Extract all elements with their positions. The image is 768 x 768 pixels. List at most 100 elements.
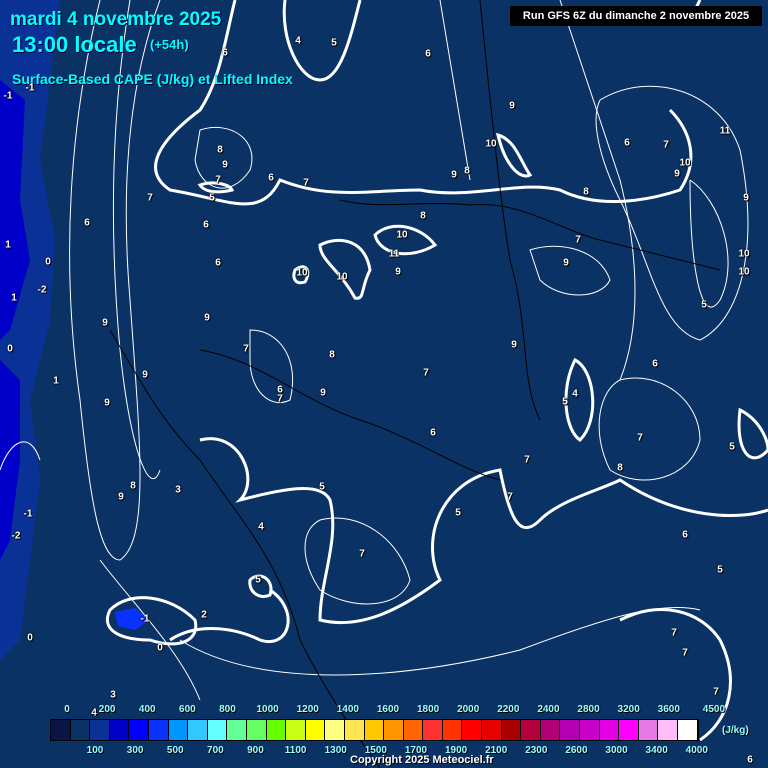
color-swatch	[501, 720, 522, 740]
contour-label: -1	[23, 508, 33, 520]
color-swatch	[51, 720, 71, 740]
contour-label: 5	[455, 507, 461, 519]
contour-label: 7	[147, 192, 153, 204]
scale-label-top: 1200	[296, 704, 319, 715]
scale-label-top: 1400	[336, 704, 359, 715]
contour-label: 0	[27, 632, 33, 644]
scale-label-top: 2800	[577, 704, 600, 715]
contour-label: 7	[359, 548, 365, 560]
cape-map	[0, 0, 768, 768]
contour-label: 9	[222, 159, 228, 171]
color-swatch	[540, 720, 561, 740]
contour-label: 7	[524, 454, 530, 466]
contour-label: -2	[11, 530, 21, 542]
color-swatch	[442, 720, 463, 740]
forecast-time: 13:00 locale	[12, 32, 137, 57]
scale-label-top: 4500	[702, 704, 726, 715]
contour-label: 10	[396, 229, 408, 241]
scale-label-top: 2400	[537, 704, 560, 715]
contour-label: 9	[509, 100, 515, 112]
contour-label: 8	[130, 480, 136, 492]
color-swatch	[325, 720, 345, 740]
contour-label: 7	[713, 686, 719, 698]
contour-label: 5	[717, 564, 723, 576]
contour-label: 7	[637, 432, 643, 444]
color-swatch	[364, 720, 385, 740]
contour-label: 0	[7, 343, 13, 355]
contour-label: 4	[91, 707, 97, 719]
contour-label: 9	[104, 397, 110, 409]
contour-label: 8	[420, 210, 426, 222]
scale-label-top: 800	[219, 704, 236, 715]
scale-label-bottom: 100	[86, 745, 104, 756]
contour-label: 0	[45, 256, 51, 268]
color-swatch	[462, 720, 483, 740]
color-swatch	[344, 720, 365, 740]
scale-label-top: 3200	[617, 704, 640, 715]
scale-label-bottom: 900	[247, 745, 264, 756]
scale-label-top: 200	[98, 704, 116, 715]
contour-label: 7	[215, 174, 221, 186]
contour-label: 6	[203, 219, 209, 231]
scale-label-bottom: 2600	[565, 745, 588, 756]
scale-label-top: 600	[179, 704, 196, 715]
contour-label: 10	[738, 248, 750, 260]
contour-label: 0	[157, 642, 163, 654]
contour-label: 5	[319, 481, 325, 493]
contour-label: 9	[118, 491, 124, 503]
contour-label: 6	[222, 47, 228, 59]
color-swatch	[560, 720, 581, 740]
contour-label: 9	[204, 312, 210, 324]
contour-label: -1	[140, 613, 150, 625]
scale-label-top: 1800	[416, 704, 440, 715]
contour-label: 4	[295, 35, 301, 47]
contour-label: 8	[464, 165, 470, 177]
color-scale-bar	[50, 719, 699, 741]
country-borders	[109, 0, 721, 768]
contour-label: 8	[217, 144, 223, 156]
color-swatch	[207, 720, 228, 740]
contour-label: 5	[562, 396, 568, 408]
contour-label: 3	[110, 689, 116, 701]
scale-label-top: 0	[64, 704, 70, 715]
contour-label: 5	[729, 441, 735, 453]
contour-label: 6	[430, 427, 436, 439]
scale-label-bottom: 1100	[284, 745, 307, 756]
run-info: Run GFS 6Z du dimanche 2 novembre 2025	[510, 6, 762, 26]
contour-label: -1	[25, 82, 35, 94]
contour-label: -1	[3, 90, 13, 102]
contour-label: 9	[451, 169, 457, 181]
color-swatch	[109, 720, 130, 740]
color-swatch	[482, 720, 502, 740]
color-swatch	[188, 720, 208, 740]
contour-label: 7	[682, 647, 688, 659]
contour-label: 1	[53, 375, 59, 387]
scale-label-bottom: 2300	[525, 745, 548, 756]
scale-label-top: 1000	[256, 704, 279, 715]
color-swatch	[129, 720, 149, 740]
contour-label: 6	[624, 137, 630, 149]
color-swatch	[658, 720, 678, 740]
contour-label: 6	[652, 358, 658, 370]
contour-label: 9	[102, 317, 108, 329]
contour-label: 3	[175, 484, 181, 496]
weather-map-view: mardi 4 novembre 2025 13:00 locale (+54h…	[0, 0, 768, 768]
scale-label-bottom: 300	[126, 745, 144, 756]
scale-label-bottom: 1300	[324, 745, 347, 756]
color-swatch	[678, 720, 698, 740]
contour-label: 9	[743, 192, 749, 204]
contour-label: 10	[679, 157, 691, 169]
color-swatch	[423, 720, 443, 740]
contour-label: 8	[583, 186, 589, 198]
scale-label-bottom: 500	[166, 745, 184, 756]
contour-label: 5	[255, 574, 261, 586]
contour-label: 1	[11, 292, 17, 304]
contour-label: 11	[388, 248, 400, 260]
scale-label-bottom: 3400	[645, 745, 668, 756]
scale-label-bottom: 700	[207, 745, 224, 756]
contour-label: 10	[296, 267, 308, 279]
map-subtitle: Surface-Based CAPE (J/kg) et Lifted Inde…	[12, 71, 293, 87]
color-swatch	[70, 720, 91, 740]
contour-label: 7	[303, 177, 309, 189]
color-swatch	[638, 720, 659, 740]
